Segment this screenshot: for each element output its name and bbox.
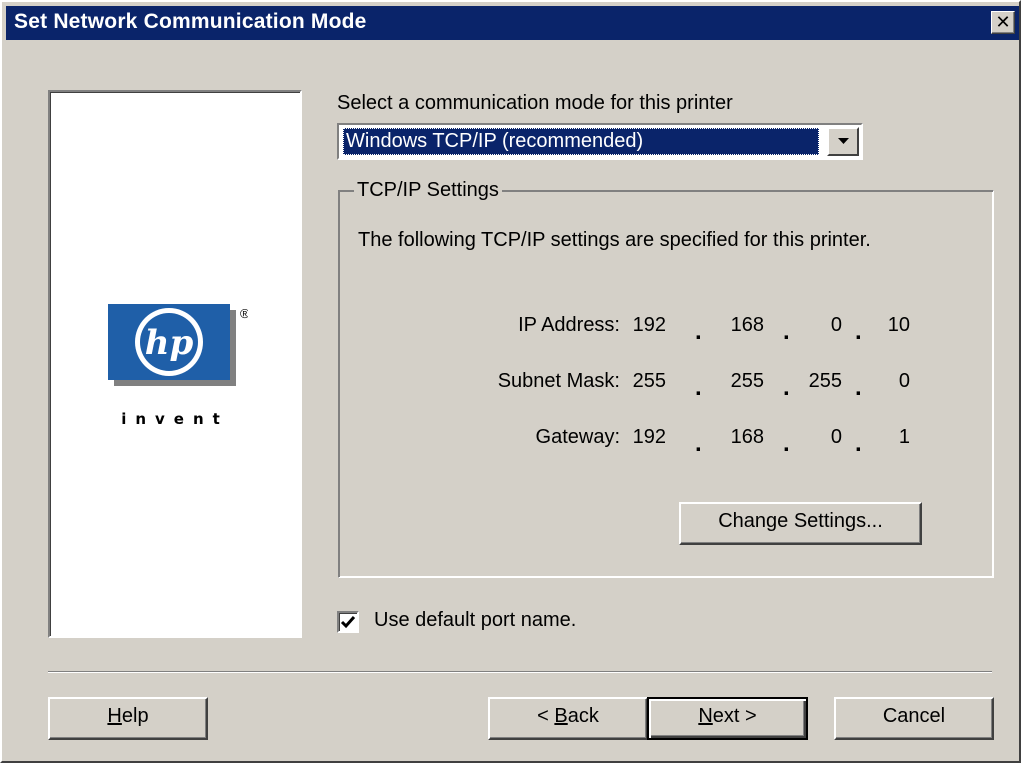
subnet-mask-row: Subnet Mask: 255 . 255 . 255 . 0 — [358, 370, 958, 401]
button-separator — [48, 671, 992, 673]
tcpip-description: The following TCP/IP settings are specif… — [358, 229, 871, 251]
registered-mark: ® — [240, 306, 248, 321]
ip-octet-1: 192 — [632, 314, 666, 336]
window-title: Set Network Communication Mode — [14, 10, 367, 33]
octet-separator: . — [855, 374, 862, 401]
subnet-mask-label: Subnet Mask: — [497, 370, 620, 392]
title-bar[interactable]: Set Network Communication Mode ✕ — [6, 6, 1019, 40]
ip-octet-4: 10 — [887, 314, 910, 336]
mode-prompt-label: Select a communication mode for this pri… — [337, 92, 733, 114]
change-settings-button[interactable]: Change Settings... — [679, 502, 922, 545]
octet-separator: . — [855, 318, 862, 345]
hp-logo-text: hp — [145, 323, 194, 363]
mask-octet-4: 0 — [898, 370, 910, 392]
dropdown-button[interactable] — [827, 127, 859, 156]
dialog-window: Set Network Communication Mode ✕ hp ® in… — [0, 0, 1021, 763]
octet-separator: . — [783, 318, 790, 345]
octet-separator: . — [783, 430, 790, 457]
tcpip-group-title: TCP/IP Settings — [354, 179, 502, 202]
gateway-octet-1: 192 — [632, 426, 666, 448]
mask-octet-1: 255 — [632, 370, 666, 392]
checkmark-icon — [340, 616, 356, 629]
hp-tagline: invent — [121, 410, 229, 428]
next-label: Next > — [698, 705, 757, 727]
help-button[interactable]: Help — [48, 697, 208, 740]
default-port-checkbox[interactable] — [337, 611, 359, 633]
communication-mode-value: Windows TCP/IP (recommended) — [343, 128, 819, 155]
gateway-row: Gateway: 192 . 168 . 0 . 1 — [358, 426, 958, 457]
gateway-octet-4: 1 — [898, 426, 910, 448]
close-button[interactable]: ✕ — [991, 11, 1015, 34]
default-port-label[interactable]: Use default port name. — [374, 609, 576, 632]
cancel-label: Cancel — [882, 705, 946, 727]
octet-separator: . — [695, 374, 702, 401]
hp-logo-icon: hp ® — [108, 304, 248, 386]
octet-separator: . — [783, 374, 790, 401]
ip-octet-3: 0 — [830, 314, 842, 336]
help-label: Help — [107, 705, 149, 727]
close-icon: ✕ — [995, 12, 1011, 32]
mask-octet-3: 255 — [808, 370, 842, 392]
cancel-button[interactable]: Cancel — [834, 697, 994, 740]
gateway-octet-3: 0 — [830, 426, 842, 448]
gateway-octet-2: 168 — [730, 426, 764, 448]
ip-address-label: IP Address: — [518, 314, 620, 336]
chevron-down-icon — [838, 138, 849, 144]
ip-address-row: IP Address: 192 . 168 . 0 . 10 — [358, 314, 958, 345]
change-settings-label: Change Settings... — [718, 510, 883, 532]
communication-mode-select[interactable]: Windows TCP/IP (recommended) — [337, 123, 863, 160]
ip-octet-2: 168 — [730, 314, 764, 336]
octet-separator: . — [855, 430, 862, 457]
branding-panel: hp ® invent — [48, 90, 302, 638]
back-button[interactable]: < Back — [488, 697, 648, 740]
mask-octet-2: 255 — [730, 370, 764, 392]
next-button[interactable]: Next > — [647, 697, 808, 740]
octet-separator: . — [695, 430, 702, 457]
gateway-label: Gateway: — [535, 426, 620, 448]
back-label: < Back — [537, 705, 599, 727]
octet-separator: . — [695, 318, 702, 345]
